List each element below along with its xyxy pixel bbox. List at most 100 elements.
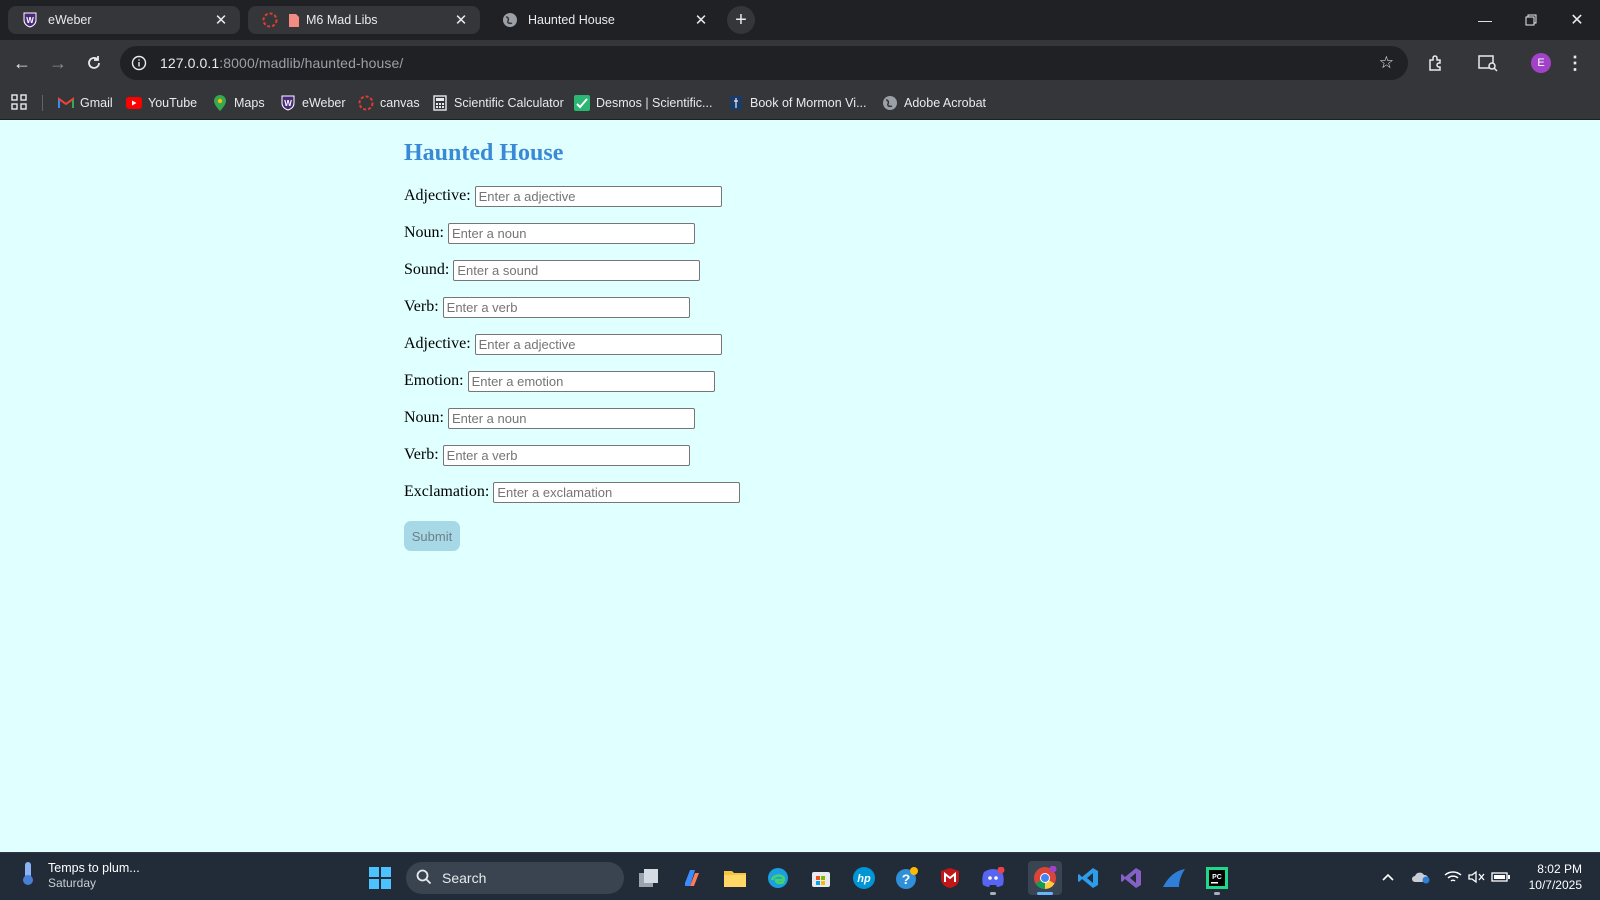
field-row-exclamation: Exclamation: (404, 480, 741, 504)
gmail-icon (58, 95, 74, 111)
field-label: Verb: (404, 446, 439, 463)
microsoft-store-icon[interactable] (804, 861, 838, 895)
exclamation-input[interactable] (493, 481, 741, 503)
start-button[interactable] (363, 861, 397, 895)
eweber-shield-icon: W (280, 95, 296, 111)
vscode-icon[interactable] (1071, 861, 1105, 895)
hp-icon[interactable]: hp (847, 861, 881, 895)
bookmark-label: Book of Mormon Vi... (750, 96, 867, 110)
speaker-muted-icon[interactable] (1466, 867, 1488, 887)
verb-input[interactable] (442, 296, 690, 318)
desmos-icon (574, 95, 590, 111)
noun-input[interactable] (448, 222, 695, 244)
wifi-icon[interactable] (1442, 867, 1464, 887)
svg-text:W: W (284, 99, 292, 108)
file-explorer-icon[interactable] (718, 861, 752, 895)
bookmark-desmos[interactable]: Desmos | Scientific... (574, 92, 712, 114)
discord-icon[interactable] (976, 861, 1010, 895)
bookmark-maps[interactable]: Maps (212, 92, 265, 114)
chevron-up-icon[interactable] (1378, 867, 1398, 887)
weather-widget[interactable]: Temps to plum... Saturday (18, 860, 140, 891)
bookmark-label: YouTube (148, 96, 198, 110)
field-row-adjective-2: Adjective: (404, 332, 740, 356)
verb-input-2[interactable] (442, 444, 690, 466)
reload-icon[interactable] (78, 47, 110, 79)
tab-haunted-house[interactable]: Haunted House ✕ (488, 6, 720, 34)
submit-button[interactable]: Submit (404, 521, 460, 551)
tab-close-icon[interactable]: ✕ (212, 11, 230, 29)
bookmark-label: eWeber (302, 96, 346, 110)
profile-avatar[interactable]: E (1531, 53, 1551, 73)
noun-input-2[interactable] (448, 407, 695, 429)
search-icon (416, 869, 432, 888)
adjective-input[interactable] (474, 185, 722, 207)
mcafee-icon[interactable] (933, 861, 967, 895)
task-view-icon[interactable] (632, 861, 666, 895)
bookmark-book-of-mormon[interactable]: Book of Mormon Vi... (728, 92, 867, 114)
visual-studio-icon[interactable] (1114, 861, 1148, 895)
system-clock[interactable]: 8:02 PM 10/7/2025 (1529, 861, 1582, 893)
book-icon (728, 95, 744, 111)
bookmark-eweber[interactable]: W eWeber (280, 92, 346, 114)
svg-text:?: ? (902, 871, 911, 887)
emotion-input[interactable] (467, 370, 715, 392)
thermometer-icon (18, 860, 38, 891)
bookmark-canvas[interactable]: canvas (358, 92, 420, 114)
sound-input[interactable] (453, 259, 701, 281)
field-label: Verb: (404, 298, 439, 315)
minimize-icon[interactable]: — (1462, 0, 1508, 40)
new-tab-button[interactable]: + (727, 6, 755, 34)
edge-icon[interactable] (761, 861, 795, 895)
extensions-icon[interactable] (1420, 47, 1452, 79)
adjective-input-2[interactable] (474, 333, 722, 355)
tab-eweber[interactable]: W eWeber ✕ (8, 6, 240, 34)
site-info-icon[interactable] (122, 46, 156, 80)
chrome-icon[interactable] (1028, 861, 1062, 895)
svg-text:W: W (26, 16, 34, 25)
pycharm-icon[interactable]: PC (1200, 861, 1234, 895)
field-row-verb-2: Verb: (404, 443, 740, 467)
clock-date: 10/7/2025 (1528, 878, 1582, 892)
bookmark-scientific-calculator[interactable]: Scientific Calculator (432, 92, 564, 114)
bookmark-label: Gmail (80, 96, 113, 110)
bookmarks-separator (42, 95, 43, 111)
cast-search-icon[interactable] (1472, 47, 1504, 79)
clock-time: 8:02 PM (1537, 862, 1582, 876)
weather-day: Saturday (48, 875, 97, 890)
bookmark-label: Maps (234, 96, 265, 110)
windows-taskbar: Temps to plum... Saturday Search hp ? PC… (0, 852, 1600, 900)
onedrive-icon[interactable] (1410, 867, 1432, 887)
running-indicator (1214, 892, 1220, 895)
tab-close-icon[interactable]: ✕ (452, 11, 470, 29)
bookmark-adobe-acrobat[interactable]: Adobe Acrobat (882, 92, 986, 114)
bookmark-youtube[interactable]: YouTube (126, 92, 197, 114)
active-indicator (1037, 892, 1053, 895)
bookmark-label: canvas (380, 96, 420, 110)
forward-arrow-icon[interactable]: → (42, 47, 74, 79)
svg-text:hp: hp (857, 873, 871, 885)
field-label: Noun: (404, 224, 444, 241)
bookmark-star-icon[interactable]: ☆ (1379, 54, 1394, 72)
close-window-icon[interactable]: ✕ (1554, 0, 1600, 40)
apps-grid-icon[interactable] (11, 94, 27, 110)
field-label: Adjective: (404, 335, 471, 352)
tab-close-icon[interactable]: ✕ (692, 11, 710, 29)
tab-strip: W eWeber ✕ M6 Mad Libs ✕ Haunted House ✕… (0, 0, 1600, 40)
taskbar-search[interactable]: Search (406, 862, 624, 894)
get-help-icon[interactable]: ? (890, 861, 924, 895)
bookmark-gmail[interactable]: Gmail (58, 92, 113, 114)
field-row-verb-1: Verb: (404, 295, 740, 319)
field-row-sound: Sound: (404, 258, 740, 282)
app-wave-icon[interactable] (1157, 861, 1191, 895)
menu-kebab-icon[interactable]: ⋮ (1559, 47, 1591, 79)
field-label: Emotion: (404, 372, 464, 389)
battery-icon[interactable] (1490, 867, 1512, 887)
restore-icon[interactable] (1508, 0, 1554, 40)
running-indicator (990, 892, 996, 895)
address-bar[interactable]: 127.0.0.1:8000/madlib/haunted-house/ ☆ (120, 46, 1408, 80)
back-arrow-icon[interactable]: ← (6, 47, 38, 79)
copilot-icon[interactable] (675, 861, 709, 895)
bookmark-label: Adobe Acrobat (904, 96, 987, 110)
tab-m6-mad-libs[interactable]: M6 Mad Libs ✕ (248, 6, 480, 34)
canvas-icon (358, 95, 374, 111)
